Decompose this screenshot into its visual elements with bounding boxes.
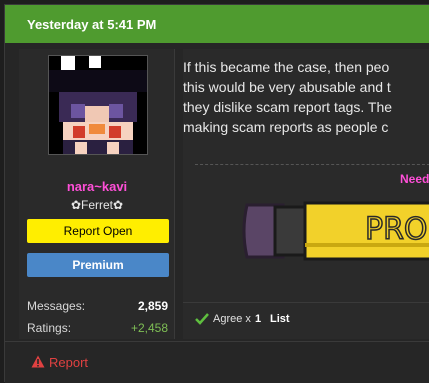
messages-value: 2,859 xyxy=(137,299,168,313)
signature-banner-text: PROF xyxy=(365,212,429,247)
post-header: Yesterday at 5:41 PM xyxy=(5,5,429,43)
premium-badge: Premium xyxy=(27,253,169,277)
avatar-image xyxy=(49,56,147,154)
signature-text: Need xyxy=(400,172,429,186)
username[interactable]: nara~kavi xyxy=(19,179,175,194)
agree-count: 1 xyxy=(255,313,262,325)
post-body-line: making scam reports as people c xyxy=(183,119,389,135)
checkmark-icon[interactable] xyxy=(195,313,209,325)
signature-divider xyxy=(195,164,429,165)
post-body: If this became the case, then peo this w… xyxy=(183,57,429,137)
user-title: ✿Ferret✿ xyxy=(70,198,124,212)
post-body-line: If this became the case, then peo xyxy=(183,59,390,75)
post-body-line: this would be very abusable and t xyxy=(183,79,391,95)
report-open-badge[interactable]: Report Open xyxy=(27,219,169,243)
reactions-list-link[interactable]: List xyxy=(270,313,290,325)
signature-banner-image: PROF xyxy=(242,201,429,261)
avatar[interactable] xyxy=(48,55,148,155)
post-date[interactable]: Yesterday at 5:41 PM xyxy=(27,17,156,32)
report-link[interactable]: Report xyxy=(49,355,88,370)
agree-label: Agree x xyxy=(213,313,251,325)
reactions-bar: Agree x 1 List xyxy=(183,302,429,333)
ratings-label: Ratings: xyxy=(27,321,72,335)
warning-triangle-icon[interactable] xyxy=(31,355,45,368)
post-container: Yesterday at 5:41 PM nara~kavi ✿Ferret✿ … xyxy=(4,4,429,383)
user-sidebar: nara~kavi ✿Ferret✿ Report Open Premium M… xyxy=(19,49,175,339)
post-body-line: they dislike scam report tags. The xyxy=(183,99,393,115)
messages-label: Messages: xyxy=(27,299,86,313)
ratings-value[interactable]: +2,458 xyxy=(131,321,168,335)
post-content: If this became the case, then peo this w… xyxy=(183,49,429,339)
post-footer: Report xyxy=(5,341,429,383)
